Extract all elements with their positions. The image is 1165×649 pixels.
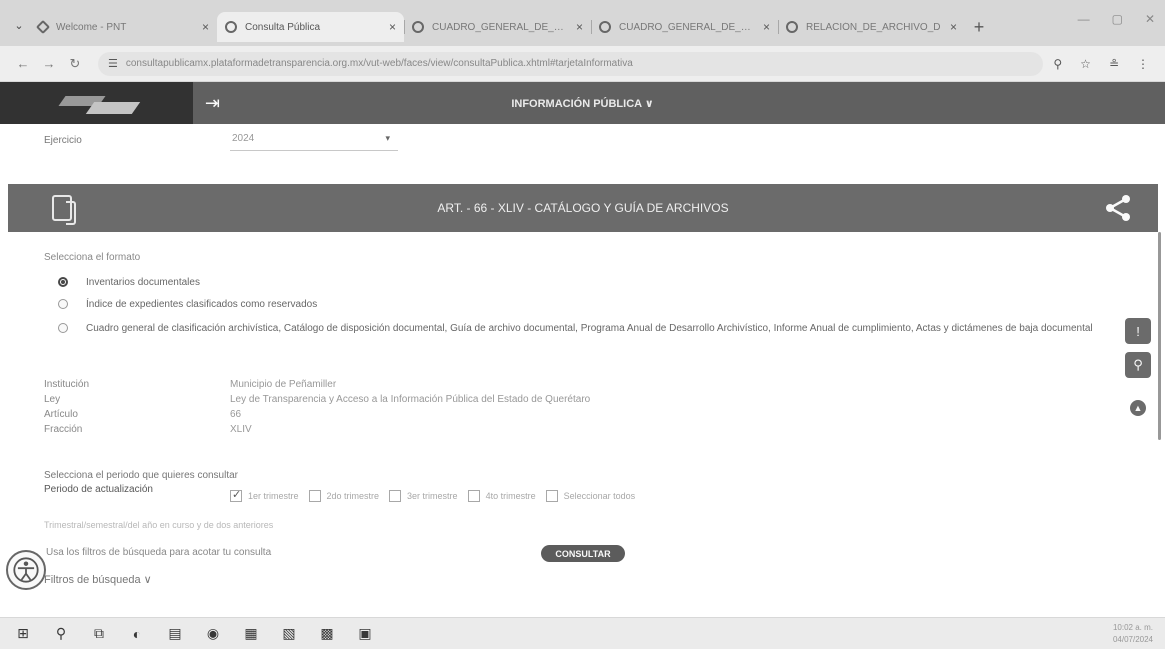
page-scrollbar[interactable]: [1158, 232, 1161, 440]
app-icon[interactable]: ▣: [356, 625, 374, 643]
url-field[interactable]: ☰ consultapublicamx.plataformadetranspar…: [98, 51, 1044, 76]
globe-favicon-icon: [412, 21, 424, 33]
reload-icon[interactable]: ↻: [62, 56, 88, 72]
close-tab-icon[interactable]: ×: [950, 20, 957, 34]
info-row: Institución Municipio de Peñamiller: [44, 379, 337, 390]
formato-option[interactable]: Índice de expedientes clasificados como …: [58, 298, 1126, 311]
app-icon[interactable]: ▦: [242, 625, 260, 643]
bookmark-star-icon[interactable]: ☆: [1080, 57, 1091, 71]
info-grid: Institución Municipio de Peñamiller Ley …: [44, 379, 590, 439]
tab-search-icon[interactable]: ⌄: [8, 10, 30, 40]
minimize-icon[interactable]: —: [1078, 12, 1090, 26]
menu-dots-icon[interactable]: ⋮: [1137, 57, 1149, 71]
periodo-option[interactable]: 1er trimestre: [230, 488, 299, 502]
chrome-browser-icon[interactable]: ◉: [204, 625, 222, 643]
side-tools: ! ⚲ ▲: [1125, 318, 1151, 416]
periodo-checkboxes: 1er trimestre 2do trimestre 3er trimestr…: [230, 488, 635, 502]
tab-title: Welcome - PNT: [56, 21, 127, 33]
tab-title: CUADRO_GENERAL_DE_ARC: [432, 21, 570, 33]
checkbox-unchecked[interactable]: [467, 490, 480, 502]
file-explorer-icon[interactable]: ▤: [166, 625, 184, 643]
pnt-favicon-icon: [35, 19, 51, 35]
globe-favicon-icon: [225, 21, 237, 33]
periodo-label: Periodo de actualización: [44, 484, 153, 495]
forward-arrow-icon[interactable]: →: [36, 56, 62, 71]
ejercicio-row: Ejercicio 2024: [44, 133, 404, 151]
browser-tab[interactable]: RELACIÓN_DE_ARCHIVO_D ×: [778, 12, 965, 42]
help-icon[interactable]: ⚲: [1125, 352, 1151, 378]
search-icon[interactable]: ⚲: [52, 625, 70, 643]
checkbox-unchecked[interactable]: [545, 490, 558, 502]
close-tab-icon[interactable]: ×: [576, 20, 583, 34]
alert-icon[interactable]: !: [1125, 318, 1151, 344]
task-view-icon[interactable]: ⧉: [90, 625, 108, 643]
site-info-icon[interactable]: ☰: [108, 57, 118, 70]
filtros-toggle[interactable]: Filtros de búsqueda ∨: [44, 573, 152, 586]
share-icon[interactable]: [1104, 194, 1132, 222]
app-icon[interactable]: ▩: [318, 625, 336, 643]
address-bar: ← → ↻ ☰ consultapublicamx.plataformadetr…: [0, 46, 1165, 82]
checkbox-unchecked[interactable]: [308, 490, 321, 502]
maximize-icon[interactable]: ▢: [1112, 12, 1123, 26]
accessibility-icon[interactable]: [6, 550, 46, 590]
globe-favicon-icon: [599, 21, 611, 33]
system-clock[interactable]: 10:02 a. m. 04/07/2024: [1113, 622, 1153, 646]
browser-tab[interactable]: CUADRO_GENERAL_DE_ARC ×: [404, 12, 591, 42]
tab-title: Consulta Pública: [245, 21, 321, 33]
periodo-option[interactable]: Seleccionar todos: [545, 490, 635, 502]
checkbox-checked[interactable]: [230, 488, 242, 502]
periodo-option[interactable]: 3er trimestre: [389, 490, 458, 502]
browser-tab[interactable]: Welcome - PNT ×: [30, 12, 217, 42]
windows-start-icon[interactable]: ⊞: [14, 625, 32, 643]
tab-title: CUADRO_GENERAL_DE_ARC: [619, 21, 757, 33]
login-icon[interactable]: ⇥: [205, 93, 235, 114]
site-logo[interactable]: [0, 82, 193, 124]
checkbox-unchecked[interactable]: [389, 490, 402, 502]
window-controls: — ▢ ✕: [1078, 12, 1155, 26]
radio-unchecked[interactable]: [58, 323, 68, 333]
globe-favicon-icon: [786, 21, 798, 33]
profile-icon[interactable]: ≗: [1109, 57, 1119, 71]
document-icon: [52, 195, 76, 225]
tab-title: RELACIÓN_DE_ARCHIVO_D: [806, 21, 941, 33]
periodo-note: Trimestral/semestral/del año en curso y …: [44, 520, 274, 530]
periodo-hint: Selecciona el periodo que quieres consul…: [44, 470, 239, 481]
section-banner: ART. - 66 - XLIV - CATÁLOGO Y GUÍA DE AR…: [8, 184, 1158, 232]
close-tab-icon[interactable]: ×: [202, 20, 209, 34]
info-row: Artículo 66: [44, 409, 242, 420]
ejercicio-label: Ejercicio: [44, 135, 82, 146]
browser-tab-bar: ⌄ Welcome - PNT × Consulta Pública × CUA…: [0, 0, 1165, 46]
url-text: consultapublicamx.plataformadetransparen…: [125, 58, 633, 69]
formato-option[interactable]: Cuadro general de clasificación archivís…: [58, 322, 1126, 335]
scroll-up-icon[interactable]: ▲: [1130, 400, 1146, 416]
new-tab-button[interactable]: +: [965, 17, 993, 38]
back-arrow-icon[interactable]: ←: [10, 56, 36, 71]
close-window-icon[interactable]: ✕: [1145, 12, 1155, 26]
formato-option[interactable]: Inventarios documentales: [58, 276, 1126, 289]
filtros-note: Usa los filtros de búsqueda para acotar …: [46, 547, 272, 558]
app-icon[interactable]: ▧: [280, 625, 298, 643]
info-row: Ley Ley de Transparencia y Acceso a la I…: [44, 394, 591, 405]
close-tab-icon[interactable]: ×: [389, 20, 396, 34]
ejercicio-select[interactable]: 2024: [230, 133, 398, 151]
edge-browser-icon[interactable]: ◐: [128, 625, 146, 643]
section-title: ART. - 66 - XLIV - CATÁLOGO Y GUÍA DE AR…: [437, 201, 729, 215]
site-header: ⇥ INFORMACIÓN PÚBLICA ∨: [0, 82, 1165, 124]
os-taskbar: ⊞ ⚲ ⧉ ◐ ▤ ◉ ▦ ▧ ▩ ▣ 10:02 a. m. 04/07/20…: [0, 617, 1165, 649]
periodo-option[interactable]: 2do trimestre: [308, 490, 379, 502]
periodo-option[interactable]: 4to trimestre: [467, 490, 536, 502]
browser-tab[interactable]: CUADRO_GENERAL_DE_ARC ×: [591, 12, 778, 42]
radio-unchecked[interactable]: [58, 299, 68, 309]
consultar-button[interactable]: CONSULTAR: [541, 545, 625, 562]
zoom-icon[interactable]: ⚲: [1053, 57, 1062, 71]
radio-checked[interactable]: [58, 277, 68, 287]
close-tab-icon[interactable]: ×: [763, 20, 770, 34]
browser-tab-active[interactable]: Consulta Pública ×: [217, 12, 404, 42]
formato-label: Selecciona el formato: [44, 252, 141, 263]
info-row: Fracción XLIV: [44, 424, 252, 435]
